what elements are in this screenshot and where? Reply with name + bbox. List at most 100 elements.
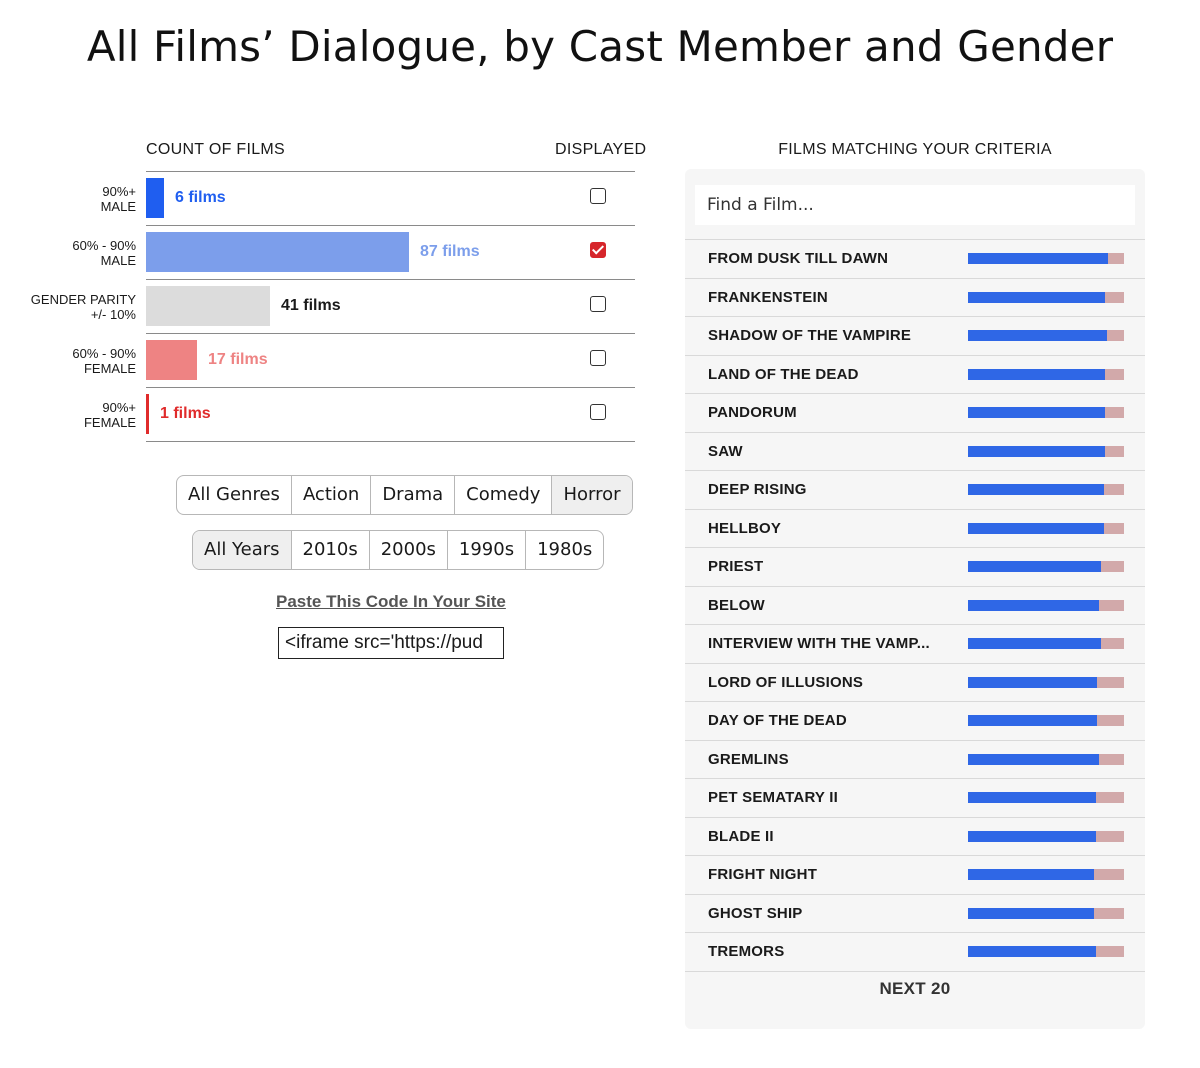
gender-category-label: 60% - 90% FEMALE xyxy=(0,346,136,376)
film-title: PET SEMATARY II xyxy=(708,789,838,806)
film-row[interactable]: DAY OF THE DEAD xyxy=(685,701,1145,740)
film-male-bar xyxy=(968,715,1097,726)
film-row[interactable]: FRANKENSTEIN xyxy=(685,277,1145,317)
displayed-checkbox[interactable] xyxy=(590,404,606,420)
gender-category-label-line: 60% - 90% xyxy=(72,238,136,253)
gender-bar-area: 87 films xyxy=(146,232,480,272)
film-title: DAY OF THE DEAD xyxy=(708,712,847,729)
gender-row: 90%+ FEMALE 1 films xyxy=(84,387,635,442)
genre-button[interactable]: Comedy xyxy=(455,476,553,514)
genre-button[interactable]: Drama xyxy=(371,476,456,514)
gender-category-label-line: FEMALE xyxy=(83,361,136,376)
gender-bar-area: 6 films xyxy=(146,178,446,218)
gender-bar xyxy=(146,340,197,380)
film-female-bar xyxy=(968,792,1124,803)
film-title: GREMLINS xyxy=(708,750,789,768)
embed-code-field[interactable]: <iframe src='https://pud xyxy=(278,627,504,659)
genre-button[interactable]: All Genres xyxy=(177,476,292,514)
gender-bar xyxy=(146,232,409,272)
film-female-bar xyxy=(968,445,1124,457)
film-male-bar xyxy=(968,330,1107,341)
film-male-bar xyxy=(968,253,1108,264)
film-row[interactable]: GREMLINS xyxy=(685,739,1145,779)
gender-category-label-line: FEMALE xyxy=(83,415,136,430)
film-female-bar xyxy=(968,753,1124,765)
film-row[interactable]: BLADE II xyxy=(685,816,1145,856)
embed-label[interactable]: Paste This Code In Your Site xyxy=(276,592,506,612)
gender-bar xyxy=(146,178,164,218)
gender-bar-count-label: 87 films xyxy=(420,243,480,260)
next-20-button[interactable]: NEXT 20 xyxy=(685,979,1145,999)
film-row[interactable]: TREMORS xyxy=(685,932,1145,972)
film-row[interactable]: PET SEMATARY II xyxy=(685,778,1145,817)
film-female-bar xyxy=(968,869,1124,880)
film-row[interactable]: LORD OF ILLUSIONS xyxy=(685,662,1145,702)
film-title: HELLBOY xyxy=(708,519,782,537)
gender-category-label-line: +/- 10% xyxy=(90,307,136,322)
gender-row: GENDER PARITY +/- 10% 41 films xyxy=(31,279,635,333)
year-button[interactable]: 2010s xyxy=(292,531,370,569)
film-female-bar xyxy=(968,830,1124,842)
film-row[interactable]: PANDORUM xyxy=(685,393,1145,432)
gender-category-label-line: MALE xyxy=(100,199,136,214)
film-female-bar xyxy=(968,291,1124,303)
film-row[interactable]: HELLBOY xyxy=(685,508,1145,548)
film-row[interactable]: INTERVIEW WITH THE VAMP... xyxy=(685,624,1145,663)
film-row[interactable]: FROM DUSK TILL DAWN xyxy=(685,239,1145,278)
film-female-bar xyxy=(968,907,1124,919)
film-row[interactable]: GHOST SHIP xyxy=(685,893,1145,933)
film-female-bar xyxy=(968,253,1124,264)
genre-filter-group: All Genres Action Drama Comedy Horror xyxy=(176,475,633,515)
film-male-bar xyxy=(968,291,1105,303)
displayed-checkbox[interactable] xyxy=(590,296,606,312)
film-row[interactable]: SHADOW OF THE VAMPIRE xyxy=(685,316,1145,355)
year-button[interactable]: 2000s xyxy=(370,531,448,569)
film-row[interactable]: LAND OF THE DEAD xyxy=(685,354,1145,394)
film-male-bar xyxy=(968,946,1096,957)
gender-bar-count-label: 6 films xyxy=(175,189,226,206)
gender-bar xyxy=(146,286,270,326)
film-search-input[interactable]: Find a Film... xyxy=(695,185,1135,225)
film-title: INTERVIEW WITH THE VAMP... xyxy=(708,635,930,652)
film-female-bar xyxy=(968,599,1124,611)
displayed-checkbox[interactable] xyxy=(590,350,606,366)
film-male-bar xyxy=(968,599,1099,611)
film-title: DEEP RISING xyxy=(708,481,807,498)
gender-bar-area: 1 films xyxy=(146,394,446,434)
film-row[interactable]: DEEP RISING xyxy=(685,470,1145,509)
gender-category-label-line: GENDER PARITY xyxy=(30,292,136,307)
year-button[interactable]: All Years xyxy=(193,531,292,569)
gender-summary-panel: COUNT OF FILMS DISPLAYED 90%+ MALE 6 films… xyxy=(0,0,660,1068)
gender-category-label-line: 60% - 90% xyxy=(72,346,136,361)
film-female-bar xyxy=(968,561,1124,572)
film-male-bar xyxy=(968,869,1094,880)
gender-category-label: 90%+ MALE xyxy=(0,184,136,214)
film-title: TREMORS xyxy=(708,943,785,960)
gender-category-label-line: MALE xyxy=(100,253,136,268)
film-title: GHOST SHIP xyxy=(708,904,803,922)
displayed-checkbox[interactable] xyxy=(590,188,606,204)
film-list: FROM DUSK TILL DAWN FRANKENSTEIN SHADOW OF… xyxy=(685,239,1145,972)
film-row[interactable]: PRIEST xyxy=(685,547,1145,586)
displayed-checkbox[interactable] xyxy=(590,242,606,258)
film-male-bar xyxy=(968,676,1097,688)
film-row[interactable]: BELOW xyxy=(685,585,1145,625)
film-title: BELOW xyxy=(708,596,765,614)
genre-button[interactable]: Horror xyxy=(552,476,632,514)
year-button[interactable]: 1980s xyxy=(526,531,603,569)
year-button[interactable]: 1990s xyxy=(448,531,527,569)
gender-bar-area: 17 films xyxy=(146,340,446,380)
film-female-bar xyxy=(968,522,1124,534)
film-row[interactable]: FRIGHT NIGHT xyxy=(685,855,1145,894)
film-male-bar xyxy=(968,830,1096,842)
film-male-bar xyxy=(968,445,1105,457)
films-matching-header: FILMS MATCHING YOUR CRITERIA xyxy=(778,141,1052,158)
film-male-bar xyxy=(968,407,1105,418)
genre-button[interactable]: Action xyxy=(292,476,372,514)
film-title: FRANKENSTEIN xyxy=(708,288,828,306)
film-male-bar xyxy=(968,561,1101,572)
film-row[interactable]: SAW xyxy=(685,431,1145,471)
film-male-bar xyxy=(968,792,1096,803)
film-male-bar xyxy=(968,522,1104,534)
gender-bar-area: 41 films xyxy=(146,286,446,326)
